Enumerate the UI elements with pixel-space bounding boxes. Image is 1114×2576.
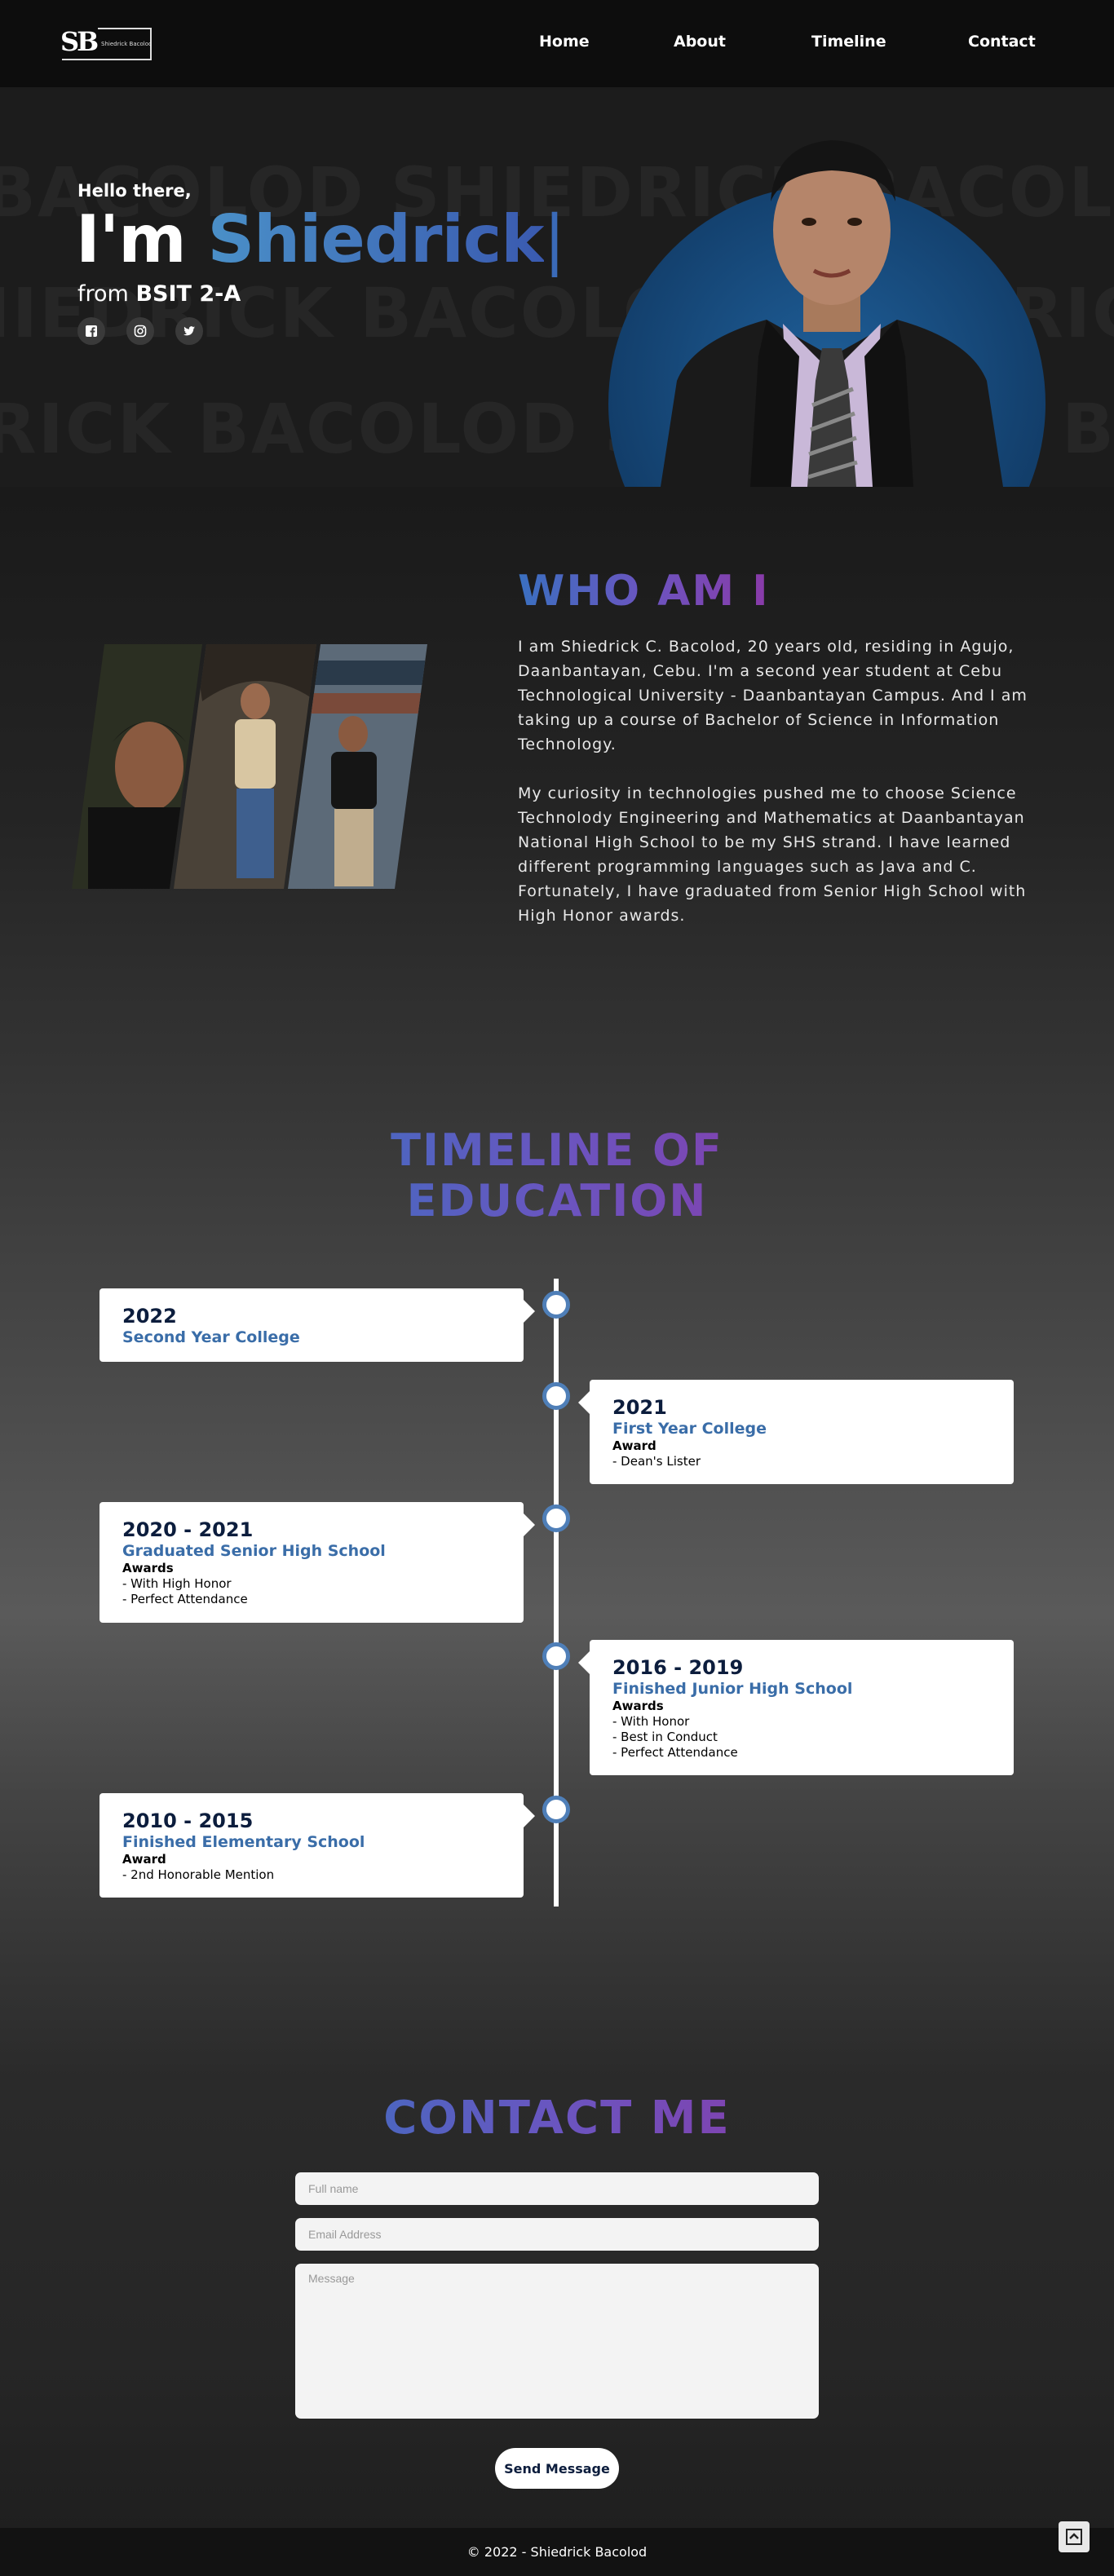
hero-greeting: Hello there, xyxy=(77,181,192,201)
timeline-entry-title: First Year College xyxy=(612,1420,767,1438)
timeline-award-item: - Best in Conduct xyxy=(612,1730,718,1744)
timeline-title-line-1: TIMELINE OF xyxy=(391,1125,723,1176)
timeline-award-item: - Perfect Attendance xyxy=(612,1745,738,1760)
top-navbar: SB Shiedrick Bacolod Home About Timeline… xyxy=(0,0,1114,87)
footer: © 2022 - Shiedrick Bacolod xyxy=(0,2528,1114,2576)
hero-from: from BSIT 2-A xyxy=(77,281,241,307)
contact-title: CONTACT ME xyxy=(272,2092,842,2145)
timeline-entry-title: Finished Junior High School xyxy=(612,1680,853,1698)
timeline-dot xyxy=(542,1642,570,1670)
timeline-entry-title: Second Year College xyxy=(122,1328,300,1346)
hero-im: I'm xyxy=(76,201,187,277)
twitter-icon[interactable] xyxy=(175,317,203,345)
timeline-award-item: - With High Honor xyxy=(122,1576,232,1591)
scroll-to-top-button[interactable] xyxy=(1059,2521,1090,2552)
timeline-year: 2020 - 2021 xyxy=(122,1518,254,1541)
logo-mark: SB xyxy=(60,26,99,57)
message-textarea[interactable] xyxy=(295,2264,819,2419)
timeline-award-item: - Perfect Attendance xyxy=(122,1592,248,1606)
hero-from-section: BSIT 2-A xyxy=(135,281,241,307)
timeline-entry-title: Finished Elementary School xyxy=(122,1833,365,1851)
timeline-dot xyxy=(542,1505,570,1532)
send-message-button[interactable]: Send Message xyxy=(495,2448,619,2489)
timeline-award-label: Awards xyxy=(122,1561,174,1575)
timeline-award-item: - Dean's Lister xyxy=(612,1454,701,1469)
fullname-input[interactable] xyxy=(295,2172,819,2205)
nav-link-about[interactable]: About xyxy=(674,33,726,51)
timeline-dot xyxy=(542,1382,570,1410)
timeline-award-item: - With Honor xyxy=(612,1714,690,1729)
typing-cursor: | xyxy=(543,201,566,277)
nav-link-home[interactable]: Home xyxy=(539,33,590,51)
about-title: WHO AM I xyxy=(518,567,770,616)
timeline-card-2010-2015: 2010 - 2015 Finished Elementary School A… xyxy=(99,1793,535,1898)
hero-heading: I'm Shiedrick| xyxy=(76,201,566,277)
timeline-dot xyxy=(542,1796,570,1823)
timeline-title: TIMELINE OF EDUCATION xyxy=(272,1125,842,1226)
email-input[interactable] xyxy=(295,2218,819,2251)
timeline-card-2022: 2022 Second Year College xyxy=(99,1288,535,1362)
timeline-card-2016-2019: 2016 - 2019 Finished Junior High School … xyxy=(578,1640,1014,1775)
timeline-year: 2022 xyxy=(122,1305,177,1328)
logo-text: Shiedrick Bacolod xyxy=(101,41,153,47)
timeline-award-label: Award xyxy=(612,1438,656,1453)
timeline-dot xyxy=(542,1291,570,1319)
footer-copyright: © 2022 - Shiedrick Bacolod xyxy=(466,2544,648,2560)
timeline-award-label: Award xyxy=(122,1852,166,1867)
about-paragraph-1: I am Shiedrick C. Bacolod, 20 years old,… xyxy=(518,638,1028,753)
timeline-title-line-2: EDUCATION xyxy=(406,1175,708,1226)
timeline-year: 2010 - 2015 xyxy=(122,1809,254,1832)
timeline-award-item: - 2nd Honorable Mention xyxy=(122,1867,275,1882)
instagram-icon[interactable] xyxy=(126,317,154,345)
nav-link-contact[interactable]: Contact xyxy=(968,33,1036,51)
timeline-entry-title: Graduated Senior High School xyxy=(122,1542,386,1560)
timeline-card-2021: 2021 First Year College Award - Dean's L… xyxy=(578,1380,1014,1484)
chevron-up-icon xyxy=(1066,2529,1082,2545)
timeline-year: 2021 xyxy=(612,1396,667,1419)
hero-name: Shiedrick xyxy=(207,201,544,277)
about-paragraph-2: My curiosity in technologies pushed me t… xyxy=(518,784,1027,925)
facebook-icon[interactable] xyxy=(77,317,105,345)
timeline-year: 2016 - 2019 xyxy=(612,1656,744,1679)
timeline-card-2020-2021: 2020 - 2021 Graduated Senior High School… xyxy=(99,1502,535,1623)
hero-section: BACOLOD SHIEDRICK BACOLOD SHIEDRICK SHIE… xyxy=(0,87,1114,487)
about-photo-collage xyxy=(72,644,427,889)
nav-link-timeline[interactable]: Timeline xyxy=(811,33,886,51)
site-logo[interactable]: SB Shiedrick Bacolod xyxy=(60,26,153,60)
timeline-award-label: Awards xyxy=(612,1699,664,1713)
hero-from-prefix: from xyxy=(77,281,129,307)
profile-portrait xyxy=(661,140,1003,487)
